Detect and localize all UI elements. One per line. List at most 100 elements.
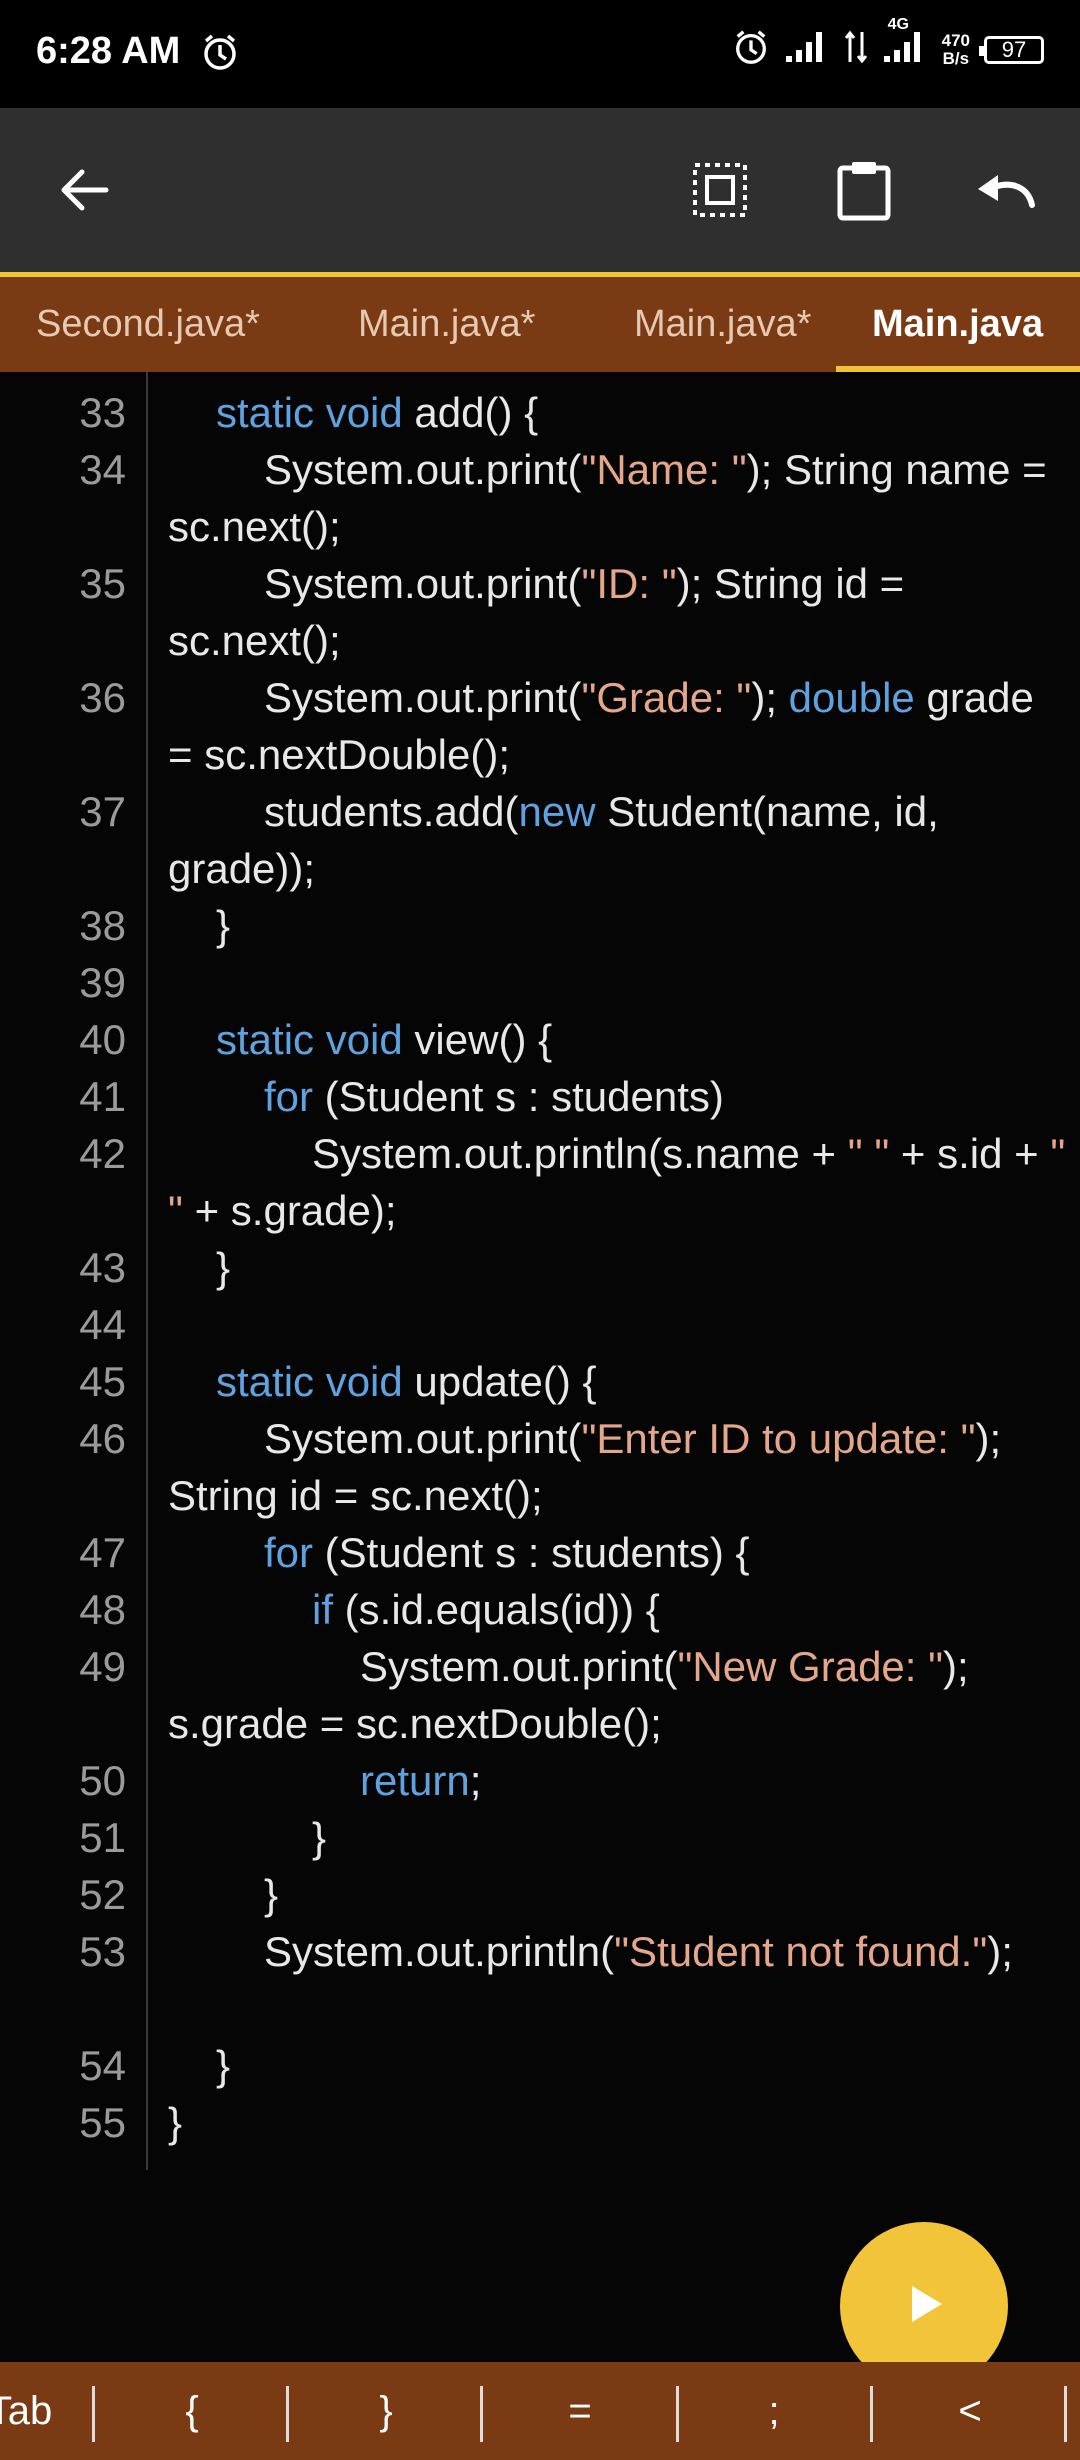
network-type: 4G — [887, 16, 909, 33]
tab-label: Main.java — [872, 303, 1044, 345]
line-number: 43 — [79, 1244, 126, 1291]
code-text[interactable]: for (Student s : students) { — [168, 1524, 1068, 1581]
undo-icon — [974, 165, 1038, 220]
tab-main-java-1[interactable]: Main.java* — [358, 277, 535, 372]
key-open-brace[interactable]: { — [112, 2362, 272, 2460]
code-text[interactable]: } — [168, 1809, 1068, 1866]
network-speed-value: 470 — [941, 30, 970, 50]
code-text[interactable]: static void update() { — [168, 1353, 1068, 1410]
key-divider — [286, 2386, 289, 2442]
editor-toolbar — [0, 108, 1080, 272]
key-divider — [870, 2386, 873, 2442]
line-number: 48 — [79, 1586, 126, 1633]
key-divider — [1064, 2386, 1067, 2442]
line-number: 35 — [79, 560, 126, 607]
key-divider — [676, 2386, 679, 2442]
battery-level: 97 — [1001, 36, 1027, 62]
code-text[interactable]: System.out.print("ID: "); String id = sc… — [168, 555, 1068, 669]
key-label: { — [185, 2389, 199, 2433]
back-button[interactable] — [48, 156, 120, 228]
key-equals[interactable]: = — [500, 2362, 660, 2460]
alarm-icon — [200, 32, 240, 77]
code-text[interactable]: System.out.println("Student not found.")… — [168, 1923, 1068, 1980]
code-text[interactable] — [168, 954, 1068, 1011]
key-label: } — [379, 2389, 393, 2433]
status-time: 6:28 AM — [36, 30, 181, 72]
network-speed: 470 B/s — [941, 30, 970, 68]
line-number: 44 — [79, 1301, 126, 1348]
line-number: 36 — [79, 674, 126, 721]
clipboard-icon — [835, 158, 893, 227]
key-label: < — [958, 2389, 982, 2433]
code-text[interactable]: static void add() { — [168, 384, 1068, 441]
key-label: = — [568, 2389, 592, 2433]
signal-4g-icon: 4G — [882, 16, 928, 69]
undo-button[interactable] — [970, 156, 1042, 228]
battery-icon: 97 — [979, 35, 1044, 64]
code-text[interactable]: } — [168, 2094, 1068, 2151]
alarm-icon — [732, 28, 770, 71]
tab-label: Main.java* — [634, 303, 812, 345]
key-label: ; — [768, 2389, 780, 2433]
line-number: 40 — [79, 1016, 126, 1063]
line-number: 38 — [79, 902, 126, 949]
key-less-than[interactable]: < — [890, 2362, 1050, 2460]
key-close-brace[interactable]: } — [306, 2362, 466, 2460]
line-number: 39 — [79, 959, 126, 1006]
code-text[interactable]: System.out.print("Grade: "); double grad… — [168, 669, 1068, 783]
line-number: 42 — [79, 1130, 126, 1177]
code-text[interactable]: } — [168, 897, 1068, 954]
line-number: 51 — [79, 1814, 126, 1861]
key-divider — [92, 2386, 95, 2442]
code-text[interactable]: System.out.print("Name: "); String name … — [168, 441, 1068, 555]
status-indicators: 4G 470 B/s 97 — [732, 16, 1044, 71]
play-icon — [898, 2278, 950, 2335]
select-all-button[interactable] — [684, 156, 756, 228]
code-text[interactable]: } — [168, 1239, 1068, 1296]
line-number: 47 — [79, 1529, 126, 1576]
select-all-icon — [691, 161, 749, 224]
symbol-key-bar: Tab { } = ; < — [0, 2362, 1080, 2460]
line-number: 34 — [79, 446, 126, 493]
code-text[interactable]: System.out.print("New Grade: "); s.grade… — [168, 1638, 1068, 1752]
code-text[interactable] — [168, 1296, 1068, 1353]
tab-second-java[interactable]: Second.java* — [36, 277, 260, 372]
line-number: 37 — [79, 788, 126, 835]
code-text[interactable]: if (s.id.equals(id)) { — [168, 1581, 1068, 1638]
file-tabs: Second.java* Main.java* Main.java* Main.… — [0, 272, 1080, 372]
code-text[interactable]: students.add(new Student(name, id, grade… — [168, 783, 1068, 897]
tab-label: Main.java* — [358, 303, 536, 345]
arrow-left-icon — [56, 162, 112, 223]
code-text[interactable]: for (Student s : students) — [168, 1068, 1068, 1125]
code-text[interactable]: static void view() { — [168, 1011, 1068, 1068]
signal-icon — [784, 30, 830, 69]
tab-main-java-active[interactable]: Main.java — [836, 277, 1080, 372]
code-text[interactable]: } — [168, 1866, 1068, 1923]
line-number: 49 — [79, 1643, 126, 1690]
line-number: 52 — [79, 1871, 126, 1918]
code-text[interactable]: System.out.println(s.name + " " + s.id +… — [168, 1125, 1068, 1239]
network-speed-unit: B/s — [942, 48, 970, 68]
data-transfer-icon — [844, 30, 868, 69]
code-text[interactable]: return; — [168, 1752, 1068, 1809]
tab-label: Second.java* — [36, 303, 260, 345]
line-number: 41 — [79, 1073, 126, 1120]
code-editor[interactable]: 33 static void add() { 34 System.out.print(… — [0, 372, 1080, 2362]
paste-button[interactable] — [828, 156, 900, 228]
key-tab[interactable]: Tab — [0, 2362, 100, 2460]
line-number: 46 — [79, 1415, 126, 1462]
code-text[interactable]: } — [168, 2037, 1068, 2094]
line-number: 33 — [79, 389, 126, 436]
line-number: 55 — [79, 2099, 126, 2146]
key-label: Tab — [0, 2389, 53, 2433]
key-divider — [480, 2386, 483, 2442]
tab-main-java-2[interactable]: Main.java* — [634, 277, 811, 372]
key-semicolon[interactable]: ; — [694, 2362, 854, 2460]
gutter-divider — [146, 372, 148, 2170]
line-number: 54 — [79, 2042, 126, 2089]
line-number: 53 — [79, 1928, 126, 1975]
line-number: 45 — [79, 1358, 126, 1405]
code-text[interactable]: System.out.print("Enter ID to update: ")… — [168, 1410, 1068, 1524]
line-number: 50 — [79, 1757, 126, 1804]
status-bar: 6:28 AM 4G 470 B/s 97 — [0, 0, 1080, 108]
